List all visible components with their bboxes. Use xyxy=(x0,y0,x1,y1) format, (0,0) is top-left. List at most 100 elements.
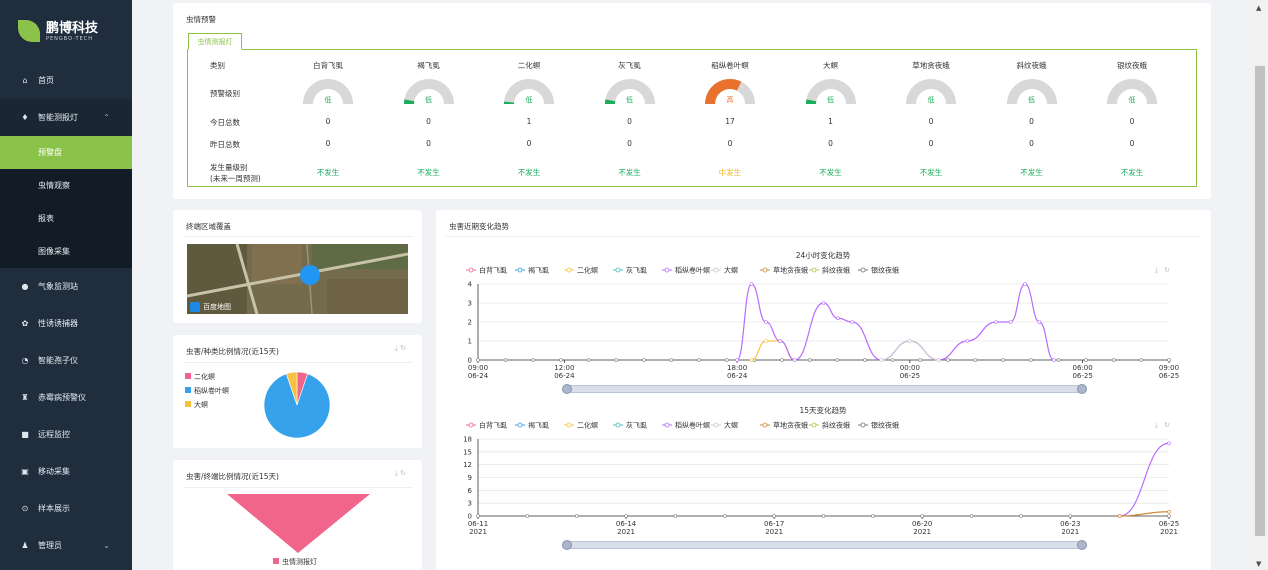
data-point xyxy=(749,282,754,286)
legend-marker xyxy=(664,267,670,273)
legend-label: 白背飞虱 xyxy=(479,421,507,430)
legend-label: 草地贪夜蛾 xyxy=(773,421,808,430)
occurrence-level: 不发生 xyxy=(819,168,842,177)
bulb-icon: ♦ xyxy=(21,112,29,122)
data-point xyxy=(871,514,875,518)
data-point xyxy=(1117,514,1122,518)
zoom-handle-right[interactable] xyxy=(1077,384,1087,394)
data-point xyxy=(735,358,739,362)
satellite-map[interactable]: 百度地图 xyxy=(187,244,408,314)
user-icon: ♟ xyxy=(21,540,29,550)
data-point xyxy=(476,514,480,518)
y-tick-label: 4 xyxy=(468,281,473,289)
terminal-marker[interactable] xyxy=(300,265,320,285)
sidebar-item-3[interactable]: ✿ 性诱诱捕器 xyxy=(0,305,132,342)
download-icon: ⤓ xyxy=(1155,266,1158,274)
legend-swatch xyxy=(273,558,279,564)
funnel-shape xyxy=(227,494,370,553)
subnav-item-0[interactable]: 预警盘 xyxy=(0,136,132,169)
zoom-handle-left[interactable] xyxy=(562,384,572,394)
yesterday-count: 0 xyxy=(325,139,331,148)
legend-marker xyxy=(468,422,474,428)
subnav-item-3[interactable]: 图像采集 xyxy=(0,235,132,268)
row-label-category: 类别 xyxy=(210,61,225,70)
sidebar-item-7[interactable]: ▣ 移动采集 xyxy=(0,453,132,490)
sidebar-item-label: 样本展示 xyxy=(38,504,70,513)
sample-icon: ⊙ xyxy=(21,503,29,513)
sidebar-item-0[interactable]: ⌂ 首页 xyxy=(0,62,132,99)
sidebar-item-6[interactable]: ■ 远程监控 xyxy=(0,416,132,453)
data-point xyxy=(821,301,826,305)
funnel-chart xyxy=(227,494,370,553)
zoom-slider-24h[interactable] xyxy=(562,384,1087,394)
occurrence-level: 不发生 xyxy=(1120,168,1144,177)
legend-marker xyxy=(860,267,866,273)
pest-name: 草地贪夜蛾 xyxy=(912,61,950,70)
sidebar-item-1[interactable]: ♦ 智能测报灯 ⌃ xyxy=(0,99,132,136)
gauge-level: 低 xyxy=(525,96,533,104)
data-point xyxy=(1084,358,1088,362)
sidebar-item-8[interactable]: ⊙ 样本展示 xyxy=(0,490,132,527)
legend-label: 银纹夜蛾 xyxy=(871,421,899,430)
legend-label: 大螟 xyxy=(724,421,738,430)
nav-list: ⌂ 首页 ♦ 智能测报灯 ⌃ 预警盘 虫情观察 报表 图像采集 ● 气象监测站 ✿ 性诱诱捕器 ◔ 智能孢子… xyxy=(0,62,132,564)
today-count: 1 xyxy=(526,117,532,126)
data-point xyxy=(969,514,974,518)
scroll-thumb[interactable] xyxy=(1255,66,1265,536)
funnel-legend: 虫情测报灯 xyxy=(273,557,317,567)
sidebar-item-label: 首页 xyxy=(38,76,54,85)
chevron-down-icon: ⌄ xyxy=(103,541,110,550)
gauge-level: 低 xyxy=(927,96,935,104)
data-point xyxy=(879,358,883,362)
data-point xyxy=(1023,282,1027,286)
x-tick-label: 06-25 xyxy=(1072,372,1092,380)
sidebar: 鹏博科技 PENGBO-TECH ⌂ 首页 ♦ 智能测报灯 ⌃ 预警盘 虫情观察 报表 图像采集… xyxy=(0,0,132,570)
download-icon: ⤓ xyxy=(1155,421,1158,429)
tab-light-trap[interactable]: 虫情测报灯 xyxy=(188,33,242,50)
pest-name: 斜纹夜蛾 xyxy=(1016,61,1047,70)
x-tick-label: 12:00 xyxy=(554,364,574,372)
legend-marker xyxy=(615,422,621,428)
x-tick-label: 06-25 xyxy=(1159,520,1179,528)
x-tick-label: 09:00 xyxy=(468,364,488,372)
warning-gauge: 低 xyxy=(303,79,353,105)
pie-chart xyxy=(263,371,331,439)
area-title: 终端区域覆盖 xyxy=(186,222,231,231)
y-tick-label: 15 xyxy=(463,448,472,456)
series-line xyxy=(751,340,795,361)
scroll-down-icon[interactable]: ▼ xyxy=(1256,560,1261,568)
zoom-slider-15d[interactable] xyxy=(562,540,1087,550)
data-point xyxy=(1167,358,1171,362)
gauge-level: 高 xyxy=(726,96,734,104)
data-point xyxy=(476,358,480,362)
zoom-handle-left[interactable] xyxy=(562,540,572,550)
sidebar-item-2[interactable]: ● 气象监测站 xyxy=(0,268,132,305)
sidebar-item-5[interactable]: ♜ 赤霉病预警仪 xyxy=(0,379,132,416)
yesterday-count: 0 xyxy=(627,139,632,148)
sidebar-item-label: 移动采集 xyxy=(38,467,70,476)
warning-gauge: 低 xyxy=(906,79,956,105)
drop-icon: ● xyxy=(21,281,29,291)
sidebar-item-9[interactable]: ♟ 管理员 ⌄ xyxy=(0,527,132,564)
legend-marker xyxy=(615,267,621,273)
legend-label: 大螟 xyxy=(724,266,738,275)
y-tick-label: 18 xyxy=(463,436,472,444)
data-point xyxy=(1139,358,1144,362)
alarm-icon: ♜ xyxy=(21,392,29,402)
legend-marker xyxy=(664,422,670,428)
brand-logo[interactable]: 鹏博科技 PENGBO-TECH xyxy=(0,0,132,62)
yesterday-count: 0 xyxy=(928,139,934,148)
gauge-icon: ◔ xyxy=(21,355,29,365)
occurrence-level: 不发生 xyxy=(919,168,943,177)
zoom-handle-right[interactable] xyxy=(1077,540,1087,550)
subnav-item-2[interactable]: 报表 xyxy=(0,202,132,235)
sidebar-item-4[interactable]: ◔ 智能孢子仪 xyxy=(0,342,132,379)
scroll-up-icon[interactable]: ▲ xyxy=(1256,4,1261,12)
data-point xyxy=(697,358,701,362)
data-point xyxy=(994,320,999,324)
data-point xyxy=(669,358,674,362)
data-point xyxy=(1008,320,1013,324)
subnav-item-1[interactable]: 虫情观察 xyxy=(0,169,132,202)
x-tick-label: 2021 xyxy=(617,528,635,536)
scrollbar[interactable]: ▲ ▼ xyxy=(1252,0,1268,570)
